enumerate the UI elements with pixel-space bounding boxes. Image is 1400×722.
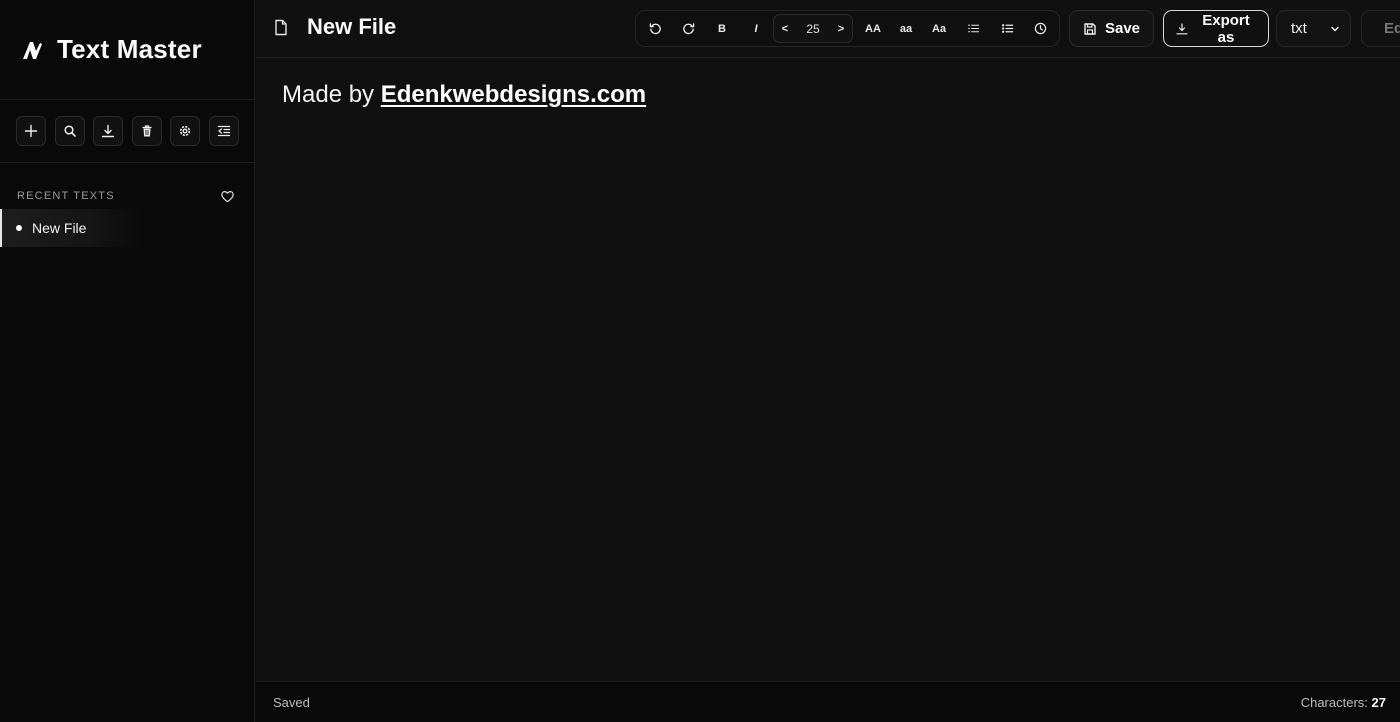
trash-icon: [142, 125, 151, 137]
recent-texts-header: RECENT TEXTS: [0, 163, 254, 209]
settings-button[interactable]: [170, 116, 200, 146]
undo-icon: [649, 23, 661, 35]
clock-icon: [1034, 22, 1046, 35]
recent-item-label: New File: [32, 220, 87, 236]
collapse-sidebar-button[interactable]: [208, 116, 239, 146]
brand: Text Master: [0, 0, 254, 100]
search-icon: [63, 125, 76, 137]
lowercase-button[interactable]: aa: [892, 11, 920, 46]
titlecase-button[interactable]: Aa: [925, 11, 953, 46]
uppercase-button[interactable]: AA: [858, 11, 888, 46]
indent-icon: [217, 125, 230, 137]
format-toolbar: B I < 25 > AA aa Aa: [635, 10, 1060, 47]
bullet-list-button[interactable]: [959, 11, 987, 46]
numbered-list-button[interactable]: [993, 11, 1021, 46]
heart-icon[interactable]: [220, 189, 235, 204]
history-button[interactable]: [1026, 11, 1054, 46]
download-icon: [101, 124, 115, 138]
app-title: Text Master: [57, 34, 202, 64]
chevron-down-icon: [1331, 26, 1339, 31]
recent-item[interactable]: New File: [0, 209, 200, 247]
increase-size-button[interactable]: >: [830, 15, 852, 42]
export-type-select[interactable]: txt: [1276, 10, 1351, 47]
redo-icon: [682, 23, 694, 35]
redo-button[interactable]: [674, 11, 702, 46]
editor-header: New File B I < 25 > AA aa Aa Save Export…: [256, 0, 1400, 58]
save-button[interactable]: Save: [1069, 10, 1154, 47]
export-button[interactable]: Export as: [1163, 10, 1269, 47]
website-link[interactable]: Edenkwebdesigns.com: [381, 81, 646, 108]
export-type-value: txt: [1291, 20, 1307, 37]
logo-icon: [20, 38, 44, 62]
bold-button[interactable]: B: [708, 11, 736, 46]
font-size-value[interactable]: 25: [796, 15, 830, 42]
delete-button[interactable]: [131, 116, 162, 146]
font-size-stepper: < 25 >: [773, 14, 853, 43]
editor-content[interactable]: Made by Edenkwebdesigns.com: [282, 81, 646, 109]
download-button[interactable]: [93, 116, 123, 146]
decrease-size-button[interactable]: <: [774, 15, 796, 42]
editor-text: Made by: [282, 81, 381, 108]
character-count: Characters: 27: [1301, 695, 1386, 710]
download-icon: [1176, 22, 1188, 34]
document-title[interactable]: New File: [307, 14, 396, 40]
edit-button[interactable]: Ed: [1361, 10, 1400, 47]
new-file-button[interactable]: [16, 116, 46, 146]
gear-icon: [179, 125, 191, 137]
save-label: Save: [1104, 20, 1141, 37]
editor-area[interactable]: Made by Edenkwebdesigns.com: [256, 59, 1400, 681]
export-label: Export as: [1202, 11, 1250, 46]
status-bar: Saved Characters: 27: [256, 681, 1400, 722]
plus-icon: [24, 124, 38, 138]
undo-button[interactable]: [641, 11, 669, 46]
recent-texts-label: RECENT TEXTS: [17, 190, 115, 202]
active-dot-icon: [16, 225, 22, 231]
character-count-label: Characters:: [1300, 695, 1368, 710]
app-window: Text Master RECENT TEXTS New File New Fi…: [0, 0, 1400, 722]
file-icon: [274, 19, 288, 36]
floppy-icon: [1084, 22, 1096, 35]
character-count-value: 27: [1371, 695, 1386, 710]
sidebar-toolbar: [0, 100, 254, 163]
list-icon: [967, 24, 979, 33]
sidebar: Text Master RECENT TEXTS New File: [0, 0, 255, 722]
save-status: Saved: [273, 695, 310, 710]
italic-button[interactable]: I: [742, 11, 770, 46]
search-button[interactable]: [54, 116, 85, 146]
list-ordered-icon: [1001, 24, 1013, 33]
edit-button-label: Ed: [1384, 20, 1400, 37]
